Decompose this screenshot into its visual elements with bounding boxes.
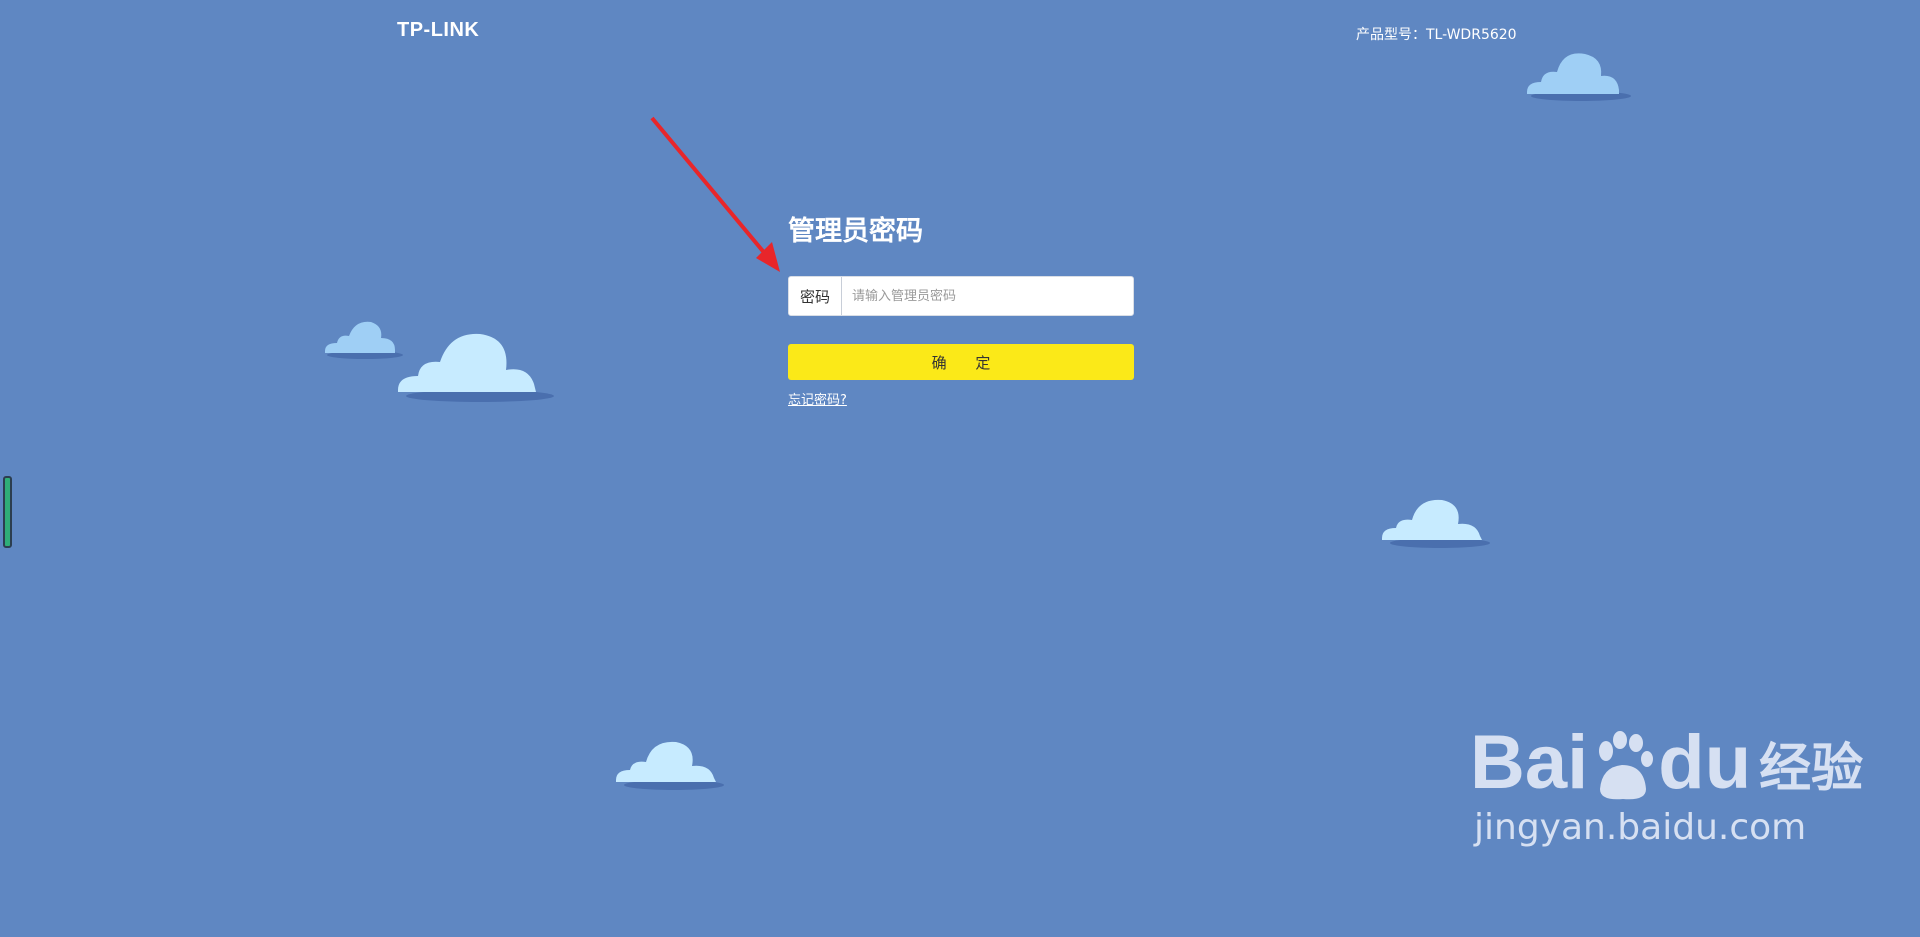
confirm-button[interactable]: 确 定: [788, 344, 1134, 380]
baidu-watermark: Bai du 经验 jingyan.baidu.com: [1470, 725, 1863, 849]
password-input[interactable]: [842, 277, 1133, 315]
watermark-brand: Bai du 经验: [1470, 725, 1863, 801]
baidu-paw-icon: [1599, 731, 1654, 800]
watermark-brand-cn: 经验: [1759, 739, 1864, 799]
red-arrow-icon: [650, 116, 780, 272]
cloud-icon: [1382, 499, 1490, 548]
tp-link-logo: TP-LINK: [397, 19, 480, 41]
watermark-url: jingyan.baidu.com: [1474, 807, 1807, 848]
watermark-brand-right: du: [1658, 720, 1752, 805]
product-model: 产品型号：TL-WDR5620: [1356, 27, 1517, 43]
cloud-icon: [398, 333, 554, 402]
cloud-icon: [325, 321, 403, 359]
password-label: 密码: [789, 277, 842, 315]
side-drawer-handle[interactable]: [3, 476, 12, 548]
login-page: TP-LINK 产品型号：TL-WDR5620 管理员密码 密码 确 定 忘记密…: [0, 0, 1920, 937]
login-form: 管理员密码 密码 确 定 忘记密码?: [788, 212, 1134, 408]
password-field-row: 密码: [788, 276, 1134, 316]
forgot-password-link[interactable]: 忘记密码?: [788, 389, 847, 408]
cloud-icon: [1527, 53, 1631, 101]
watermark-brand-left: Bai: [1470, 720, 1589, 805]
page-title: 管理员密码: [788, 216, 923, 247]
cloud-icon: [616, 741, 724, 790]
